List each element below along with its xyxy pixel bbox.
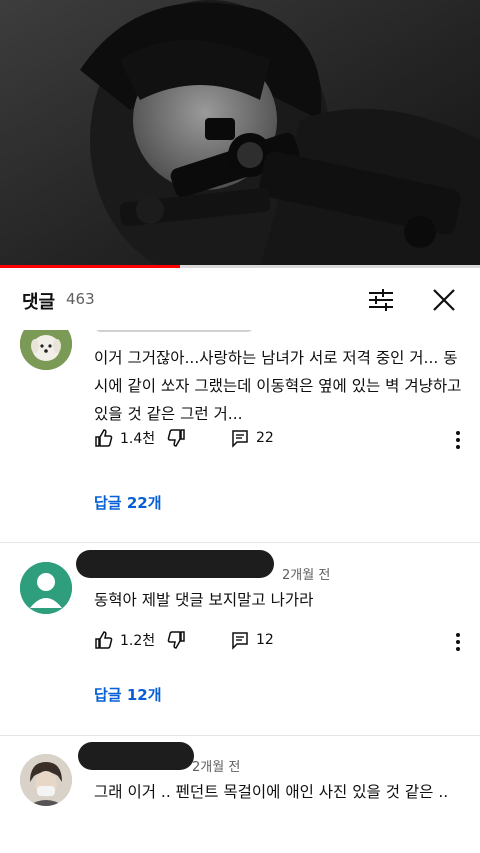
thumbs-up-icon bbox=[95, 429, 113, 447]
avatar[interactable] bbox=[20, 330, 72, 370]
reply-button[interactable]: 12 bbox=[230, 630, 274, 650]
view-replies-link[interactable]: 답글 12개 bbox=[94, 684, 162, 705]
comment-text: 이거 그거잖아...사랑하는 남녀가 서로 저격 중인 거... 동시에 같이 … bbox=[94, 349, 462, 423]
like-count: 1.2천 bbox=[120, 633, 156, 649]
thumbs-down-icon bbox=[167, 429, 185, 447]
author-name-redacted bbox=[94, 330, 254, 332]
comment-item: 이거 그거잖아...사랑하는 남녀가 서로 저격 중인 거... 동시에 같이 … bbox=[0, 330, 480, 538]
comments-title: 댓글 bbox=[22, 292, 56, 313]
thumbs-down-icon bbox=[167, 631, 185, 649]
reply-button[interactable]: 22 bbox=[230, 428, 274, 448]
thumbs-up-icon bbox=[95, 631, 113, 649]
like-count: 1.4천 bbox=[120, 431, 156, 447]
comment-actions: 1.2천 12 bbox=[94, 630, 474, 654]
video-frame bbox=[0, 0, 480, 268]
like-button[interactable]: 1.2천 bbox=[94, 630, 155, 650]
sort-icon[interactable] bbox=[366, 286, 396, 314]
avatar[interactable] bbox=[20, 562, 72, 614]
comment-text: 동혁아 제발 댓글 보지말고 나가라 bbox=[94, 591, 314, 609]
comment-item: 2개월 전 동혁아 제발 댓글 보지말고 나가라 1.2천 12 답글 12개 bbox=[0, 550, 480, 730]
more-vert-icon[interactable] bbox=[448, 428, 468, 452]
reply-count: 22 bbox=[256, 430, 274, 446]
reply-count: 12 bbox=[256, 632, 274, 648]
comment-time: 2개월 전 bbox=[282, 568, 331, 583]
comment-icon bbox=[232, 430, 248, 448]
comment-time: 2개월 전 bbox=[192, 760, 241, 775]
comments-count: 463 bbox=[66, 290, 95, 308]
progress-fill bbox=[0, 265, 180, 268]
comment-item: 2개월 전 그래 이거 .. 펜던트 목걸이에 애인 사진 있을 것 같은 .. bbox=[0, 742, 480, 853]
comment-actions: 1.4천 22 bbox=[94, 428, 474, 452]
comments-list[interactable]: 이거 그거잖아...사랑하는 남녀가 서로 저격 중인 거... 동시에 같이 … bbox=[0, 330, 480, 853]
divider bbox=[0, 735, 480, 736]
comment-icon bbox=[232, 632, 248, 650]
dislike-button[interactable] bbox=[166, 630, 186, 650]
close-icon[interactable] bbox=[430, 286, 458, 314]
video-player[interactable] bbox=[0, 0, 480, 268]
like-button[interactable]: 1.4천 bbox=[94, 428, 155, 448]
author-name-redacted bbox=[76, 550, 274, 578]
more-vert-icon[interactable] bbox=[448, 630, 468, 654]
divider bbox=[0, 542, 480, 543]
dislike-button[interactable] bbox=[166, 428, 186, 448]
author-name-redacted bbox=[78, 742, 194, 770]
view-replies-link[interactable]: 답글 22개 bbox=[94, 492, 162, 513]
comment-text: 그래 이거 .. 펜던트 목걸이에 애인 사진 있을 것 같은 .. bbox=[94, 783, 449, 801]
comments-header: 댓글 463 bbox=[0, 270, 480, 330]
avatar[interactable] bbox=[20, 754, 72, 806]
progress-bar[interactable] bbox=[0, 265, 480, 268]
